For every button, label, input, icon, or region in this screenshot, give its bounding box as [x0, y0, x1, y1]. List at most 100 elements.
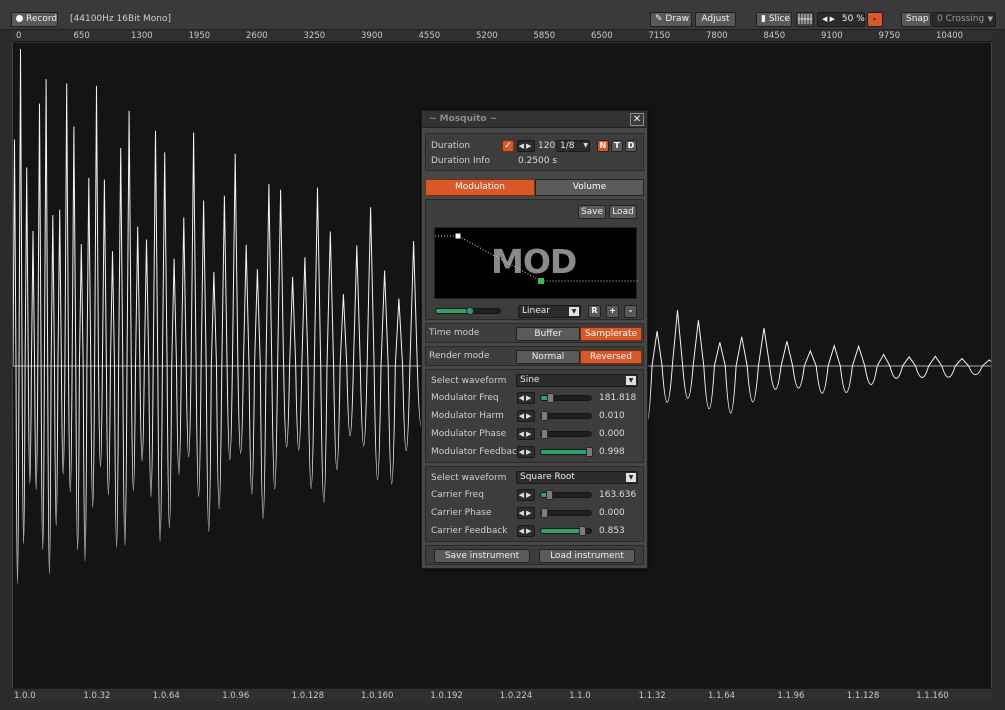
interpolation-select[interactable]: Linear ▼	[518, 305, 581, 318]
carrier-param-label: Carrier Phase	[431, 508, 492, 518]
modulator-waveform-select[interactable]: Sine ▼	[516, 374, 638, 387]
mosquito-plugin-window: ~ Mosquito ~ ✕ Duration ✓ ◀▶ 120 1/8 ▼ N…	[421, 110, 648, 569]
sample-ruler-tick-label: 5850	[533, 31, 556, 41]
sample-ruler-tick-label: 3900	[361, 31, 383, 41]
time-ruler-tick-label: 1.0.128	[291, 691, 325, 701]
modulator-param-label: Modulator Freq	[431, 393, 499, 403]
sample-ruler-tick-label: 8450	[763, 31, 786, 41]
modulator-param-slider[interactable]	[540, 411, 592, 421]
carrier-param-value: 0.853	[599, 526, 625, 536]
sample-ruler-tick-label: 1950	[188, 31, 211, 41]
toolbar: Record [44100Hz 16Bit Mono] ✎ Draw Adjus…	[0, 0, 1005, 30]
close-icon[interactable]: ✕	[630, 113, 644, 126]
carrier-param-stepper-arrows-icon[interactable]: ◀▶	[517, 489, 535, 501]
carrier-param-slider[interactable]	[540, 508, 592, 518]
modulator-param-slider[interactable]	[540, 393, 592, 403]
sample-ruler[interactable]: 0 650 1300 1950 2600 3250 3900 4550 5200 5850 6500…	[12, 30, 992, 42]
carrier-param-stepper-arrows-icon[interactable]: ◀▶	[517, 507, 535, 519]
save-instrument-button[interactable]: Save instrument	[434, 549, 530, 563]
sample-ruler-tick-label: 10400	[936, 31, 964, 41]
sample-ruler-tick-label: 1300	[131, 31, 153, 41]
modulator-param-stepper-arrows-icon[interactable]: ◀▶	[517, 428, 535, 440]
modulator-param-stepper-arrows-icon[interactable]: ◀▶	[517, 410, 535, 422]
zoom-toggle-button[interactable]: ▸	[867, 12, 883, 27]
modulator-waveform-label: Select waveform	[431, 376, 507, 386]
draw-button[interactable]: ✎ Draw	[650, 12, 692, 27]
slice-button[interactable]: ▮ Slice	[756, 12, 792, 27]
duration-stepper-arrows-icon[interactable]: ◀▶	[517, 140, 535, 152]
time-ruler-tick-label: 1.0.96	[222, 691, 250, 701]
time-ruler-tick-label: 1.1.64	[708, 691, 736, 701]
envelope-save-button[interactable]: Save	[578, 205, 606, 219]
duration-checkbox[interactable]: ✓	[502, 140, 514, 152]
carrier-param-stepper-arrows-icon[interactable]: ◀▶	[517, 525, 535, 537]
time-ruler-tick-label: 1.0.32	[83, 691, 111, 701]
envelope-point-start[interactable]	[454, 232, 462, 240]
modulator-param-slider[interactable]	[540, 429, 592, 439]
note-mode-t-button[interactable]: T	[611, 140, 623, 152]
sample-ruler-tick-label: 650	[73, 31, 90, 41]
tab-modulation[interactable]: Modulation	[425, 179, 535, 196]
sample-ruler-tick-label: 0	[16, 31, 22, 41]
time-ruler[interactable]: 1.0.0 1.0.32 1.0.64 1.0.96 1.0.128 1.0.160 1.0…	[12, 688, 992, 702]
envelope-remove-point-button[interactable]: -	[624, 305, 637, 318]
carrier-section: Select waveform Square Root ▼ Carrier Fr…	[425, 466, 644, 542]
envelope-add-point-button[interactable]: +	[606, 305, 619, 318]
render-mode-section: Render mode Normal Reversed	[425, 346, 644, 366]
duration-fraction-select[interactable]: 1/8 ▼	[556, 140, 590, 152]
carrier-param-slider[interactable]	[540, 526, 592, 536]
chevron-down-icon: ▼	[626, 376, 636, 385]
envelope-reset-button[interactable]: R	[588, 305, 601, 318]
modulator-param-label: Modulator Phase	[431, 429, 507, 439]
modulator-param-value: 181.818	[599, 393, 637, 403]
carrier-param-value: 0.000	[599, 508, 625, 518]
time-ruler-tick-label: 1.0.224	[499, 691, 533, 701]
envelope-load-button[interactable]: Load	[609, 205, 637, 219]
chevron-down-icon: ▼	[987, 15, 993, 23]
carrier-param-slider[interactable]	[540, 490, 592, 500]
modulator-param-value: 0.998	[599, 447, 625, 457]
crossing-select[interactable]: 0 Crossing ▼	[932, 12, 996, 27]
sample-ruler-tick-label: 3250	[303, 31, 326, 41]
record-button[interactable]: Record	[11, 12, 58, 27]
modulator-param-label: Modulator Harm	[431, 411, 504, 421]
note-mode-d-button[interactable]: D	[625, 140, 637, 152]
modulator-param-value: 0.010	[599, 411, 625, 421]
sample-ruler-tick-label: 7150	[648, 31, 671, 41]
envelope-point-end[interactable]	[538, 278, 544, 284]
record-dot-icon	[16, 15, 23, 22]
duration-value[interactable]: 120	[538, 140, 555, 152]
modulator-param-stepper-arrows-icon[interactable]: ◀▶	[517, 446, 535, 458]
render-mode-normal-button[interactable]: Normal	[516, 350, 580, 364]
adjust-button[interactable]: Adjust	[695, 12, 736, 27]
time-ruler-tick-label: 1.0.160	[361, 691, 394, 701]
plugin-title: ~ Mosquito ~	[429, 114, 498, 124]
carrier-waveform-select[interactable]: Square Root ▼	[516, 471, 638, 484]
snap-button[interactable]: Snap	[901, 12, 931, 27]
envelope-editor[interactable]: MOD	[434, 227, 638, 299]
render-mode-reversed-button[interactable]: Reversed	[580, 350, 642, 364]
modulator-param-value: 0.000	[599, 429, 625, 439]
note-mode-n-button[interactable]: N	[597, 140, 609, 152]
zoom-arrows-icon: ◀ ▶	[822, 15, 835, 23]
modulator-param-label: Modulator Feedback	[431, 447, 523, 457]
load-instrument-button[interactable]: Load instrument	[539, 549, 635, 563]
time-mode-section: Time mode Buffer Samplerate	[425, 323, 644, 343]
modulator-param-stepper-arrows-icon[interactable]: ◀▶	[517, 392, 535, 404]
sample-ruler-tick-label: 6500	[591, 31, 613, 41]
grid-icon[interactable]	[796, 12, 814, 27]
sample-ruler-tick-label: 2600	[246, 31, 268, 41]
zoom-field[interactable]: ◀ ▶ 50 %	[817, 12, 865, 27]
duration-info-label: Duration Info	[431, 156, 490, 166]
tab-volume[interactable]: Volume	[535, 179, 644, 196]
envelope-amount-slider[interactable]	[435, 307, 501, 315]
time-mode-samplerate-button[interactable]: Samplerate	[580, 327, 642, 341]
modulator-section: Select waveform Sine ▼ Modulator Freq ◀▶ 1…	[425, 369, 644, 463]
time-mode-label: Time mode	[429, 328, 480, 338]
sample-ruler-tick-label: 5200	[476, 31, 498, 41]
pencil-icon: ✎	[655, 14, 663, 24]
modulator-param-slider[interactable]	[540, 447, 593, 457]
sample-ruler-tick-label: 9100	[821, 31, 843, 41]
plugin-title-bar[interactable]: ~ Mosquito ~ ✕	[422, 111, 647, 128]
time-mode-buffer-button[interactable]: Buffer	[516, 327, 580, 341]
